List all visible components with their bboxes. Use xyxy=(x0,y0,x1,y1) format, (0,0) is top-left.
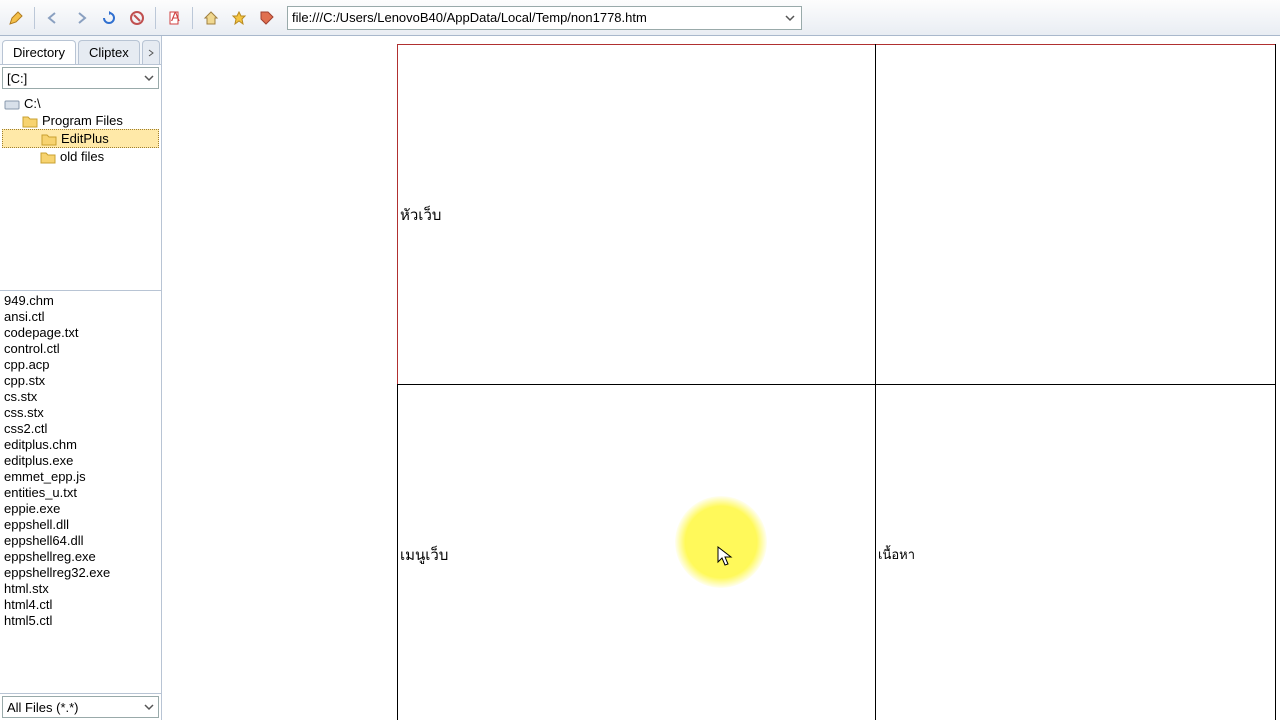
refresh-icon[interactable] xyxy=(97,6,121,30)
file-row[interactable]: css.stx xyxy=(4,405,157,421)
file-row[interactable]: eppshellreg.exe xyxy=(4,549,157,565)
folder-icon xyxy=(41,132,57,146)
home-icon[interactable] xyxy=(199,6,223,30)
address-dropdown-icon[interactable] xyxy=(783,11,797,25)
file-row[interactable]: cpp.stx xyxy=(4,373,157,389)
chevron-down-icon[interactable] xyxy=(144,71,154,86)
tree-item[interactable]: Program Files xyxy=(2,112,159,129)
file-row[interactable]: html5.ctl xyxy=(4,613,157,629)
chevron-down-icon[interactable] xyxy=(144,700,154,715)
address-input[interactable] xyxy=(292,10,783,25)
file-row[interactable]: cs.stx xyxy=(4,389,157,405)
cell-header: หัวเว็บ xyxy=(398,45,876,385)
back-icon[interactable] xyxy=(41,6,65,30)
svg-text:A: A xyxy=(171,10,180,24)
drive-icon xyxy=(4,97,20,111)
separator xyxy=(155,7,156,29)
address-bar xyxy=(287,6,802,30)
cell-body: เนื้อหา xyxy=(876,385,1276,720)
file-row[interactable]: eppie.exe xyxy=(4,501,157,517)
drive-select[interactable]: [C:] xyxy=(2,67,159,89)
tree-item-label: Program Files xyxy=(42,113,123,128)
edit-icon[interactable] xyxy=(4,6,28,30)
folder-tree: C:\ Program Files EditPlus old files xyxy=(0,91,161,291)
file-row[interactable]: editplus.chm xyxy=(4,437,157,453)
file-row[interactable]: codepage.txt xyxy=(4,325,157,341)
file-row[interactable]: editplus.exe xyxy=(4,453,157,469)
tab-more-icon[interactable] xyxy=(142,40,160,64)
file-filter[interactable]: All Files (*.*) xyxy=(2,696,159,718)
file-row[interactable]: entities_u.txt xyxy=(4,485,157,501)
tree-item-label: EditPlus xyxy=(61,131,109,146)
file-row[interactable]: ansi.ctl xyxy=(4,309,157,325)
cell-menu: เมนูเว็บ xyxy=(398,385,876,720)
separator xyxy=(34,7,35,29)
browser-preview: หัวเว็บ เมนูเว็บ เนื้อหา xyxy=(162,36,1280,720)
drive-label: [C:] xyxy=(7,71,27,86)
cell-top-right xyxy=(876,45,1276,385)
cell-body-label: เนื้อหา xyxy=(878,547,915,562)
tree-item[interactable]: old files xyxy=(2,148,159,165)
layout-table: หัวเว็บ เมนูเว็บ เนื้อหา xyxy=(397,44,1276,720)
find-icon[interactable]: A xyxy=(162,6,186,30)
file-list-scroll[interactable]: 949.chmansi.ctlcodepage.txtcontrol.ctlcp… xyxy=(0,291,161,693)
file-row[interactable]: html.stx xyxy=(4,581,157,597)
file-row[interactable]: cpp.acp xyxy=(4,357,157,373)
file-list: 949.chmansi.ctlcodepage.txtcontrol.ctlcp… xyxy=(0,291,161,694)
file-row[interactable]: eppshellreg32.exe xyxy=(4,565,157,581)
separator xyxy=(192,7,193,29)
file-row[interactable]: eppshell64.dll xyxy=(4,533,157,549)
file-row[interactable]: control.ctl xyxy=(4,341,157,357)
tab-cliptext[interactable]: Cliptex xyxy=(78,40,140,64)
file-row[interactable]: 949.chm xyxy=(4,293,157,309)
tree-root[interactable]: C:\ xyxy=(2,95,159,112)
tree-item[interactable]: EditPlus xyxy=(2,129,159,148)
favorite-icon[interactable] xyxy=(227,6,251,30)
file-row[interactable]: emmet_epp.js xyxy=(4,469,157,485)
folder-icon xyxy=(22,114,38,128)
file-row[interactable]: eppshell.dll xyxy=(4,517,157,533)
file-filter-label: All Files (*.*) xyxy=(7,700,79,715)
forward-icon[interactable] xyxy=(69,6,93,30)
tree-item-label: old files xyxy=(60,149,104,164)
file-row[interactable]: html4.ctl xyxy=(4,597,157,613)
tag-icon[interactable] xyxy=(255,6,279,30)
folder-icon xyxy=(40,150,56,164)
tab-directory[interactable]: Directory xyxy=(2,40,76,64)
sidebar: Directory Cliptex [C:] C:\ Program Files… xyxy=(0,36,162,720)
tree-root-label: C:\ xyxy=(24,96,41,111)
stop-icon[interactable] xyxy=(125,6,149,30)
sidebar-tabs: Directory Cliptex xyxy=(0,36,161,65)
file-row[interactable]: css2.ctl xyxy=(4,421,157,437)
toolbar: A xyxy=(0,0,1280,36)
